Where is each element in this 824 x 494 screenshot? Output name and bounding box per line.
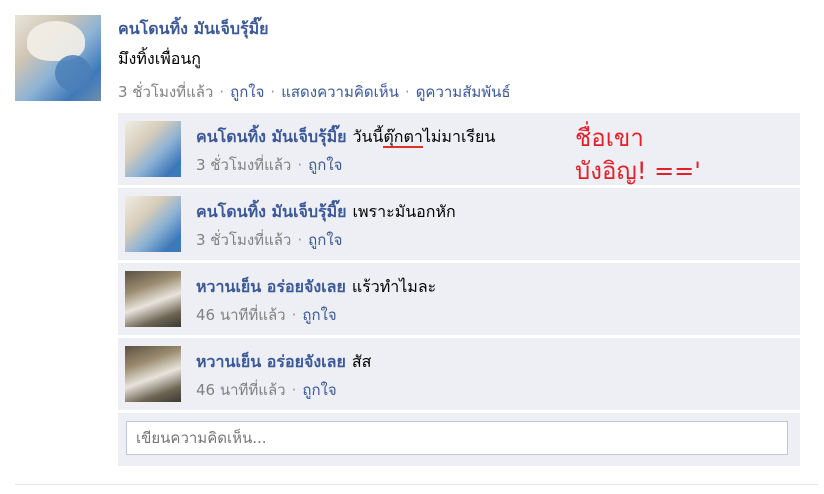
comment-timestamp[interactable]: 46 นาทีที่แล้ว [196, 306, 286, 324]
comment-text: สัส [351, 352, 372, 371]
comment-timestamp[interactable]: 46 นาทีที่แล้ว [196, 381, 286, 399]
separator-dot: · [297, 156, 303, 174]
separator-dot: · [270, 83, 276, 101]
comment-author-name[interactable]: หวานเย็น อร่อยจังเลย [196, 277, 346, 296]
separator-dot: · [404, 83, 410, 101]
comment-timestamp[interactable]: 3 ชั่วโมงที่แล้ว [196, 156, 291, 174]
comment-body: หวานเย็น อร่อยจังเลย สัส [196, 350, 371, 375]
comment-meta: 3 ชั่วโมงที่แล้ว · ถูกใจ [196, 153, 342, 177]
post-comment-link[interactable]: แสดงความคิดเห็น [281, 83, 399, 101]
post-like-link[interactable]: ถูกใจ [230, 83, 264, 101]
write-comment-box [118, 413, 800, 466]
comment-author-name[interactable]: คนโดนทิ้ง มันเจ็บรุ้มิ๊ย [196, 127, 347, 146]
comment-body: คนโดนทิ้ง มันเจ็บรุ้มิ๊ย วันนี้ตุ๊กตาไม่ม… [196, 125, 495, 150]
comment-avatar[interactable] [125, 196, 181, 252]
comment-meta: 46 นาทีที่แล้ว · ถูกใจ [196, 303, 337, 327]
comment-author-name[interactable]: หวานเย็น อร่อยจังเลย [196, 352, 346, 371]
post-meta: 3 ชั่วโมงที่แล้ว · ถูกใจ · แสดงความคิดเห็น · ด… [118, 80, 511, 104]
comment-avatar[interactable] [125, 121, 181, 177]
separator-dot: · [297, 231, 303, 249]
post-text: มึงทิ้งเพื่อนกู [118, 49, 201, 68]
separator-dot: · [291, 306, 297, 324]
comment-body: หวานเย็น อร่อยจังเลย แร้วทำไมละ [196, 275, 436, 300]
underlined-word: ตุ๊กตา [383, 127, 423, 148]
post-author-name[interactable]: คนโดนทิ้ง มันเจ็บรุ้มิ๊ย [118, 17, 269, 42]
comment-meta: 46 นาทีที่แล้ว · ถูกใจ [196, 378, 337, 402]
separator-dot: · [291, 381, 297, 399]
avatar-figure [55, 55, 91, 91]
comment-text: แร้วทำไมละ [351, 277, 437, 296]
post-timestamp[interactable]: 3 ชั่วโมงที่แล้ว [118, 83, 213, 101]
comment-like-link[interactable]: ถูกใจ [302, 381, 336, 399]
annotation-line: บังอิญ! ==' [575, 157, 701, 185]
view-relationship-link[interactable]: ดูความสัมพันธ์ [416, 83, 511, 101]
comment-item: หวานเย็น อร่อยจังเลย สัส 46 นาทีที่แล้ว · ถ… [118, 338, 800, 410]
comment-timestamp[interactable]: 3 ชั่วโมงที่แล้ว [196, 231, 291, 249]
separator-dot: · [219, 83, 225, 101]
comment-avatar[interactable] [125, 346, 181, 402]
comment-item: หวานเย็น อร่อยจังเลย แร้วทำไมละ 46 นาทีที… [118, 263, 800, 335]
comment-input[interactable] [126, 421, 788, 455]
comment-like-link[interactable]: ถูกใจ [308, 156, 342, 174]
comment-body: คนโดนทิ้ง มันเจ็บรุ้มิ๊ย เพราะมันอกหัก [196, 200, 456, 225]
comment-like-link[interactable]: ถูกใจ [308, 231, 342, 249]
comment-text: วันนี้ตุ๊กตาไม่มาเรียน [352, 127, 496, 148]
divider [15, 484, 818, 485]
handwritten-annotation: ชื่อเขา บังอิญ! ==' [575, 122, 701, 188]
comment-text-part: ไม่มาเรียน [422, 127, 496, 146]
comment-text: เพราะมันอกหัก [352, 202, 456, 221]
annotation-line: ชื่อเขา [575, 124, 644, 152]
comment-item: คนโดนทิ้ง มันเจ็บรุ้มิ๊ย เพราะมันอกหัก 3 … [118, 188, 800, 260]
comment-meta: 3 ชั่วโมงที่แล้ว · ถูกใจ [196, 228, 342, 252]
post-avatar[interactable] [15, 15, 101, 101]
comment-text-part: วันนี้ [352, 127, 384, 146]
comment-author-name[interactable]: คนโดนทิ้ง มันเจ็บรุ้มิ๊ย [196, 202, 347, 221]
comment-like-link[interactable]: ถูกใจ [302, 306, 336, 324]
comment-avatar[interactable] [125, 271, 181, 327]
